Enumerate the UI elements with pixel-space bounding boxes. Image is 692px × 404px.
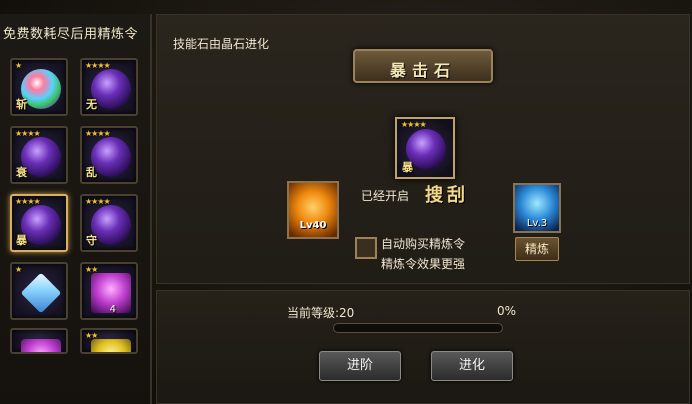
yellow-stone-icon	[91, 339, 131, 352]
purple-stone-icon	[91, 137, 131, 177]
stone-stars: ★★★★	[85, 197, 111, 206]
stone-slot[interactable]: ★★★★ 无	[80, 58, 138, 116]
stone-slot[interactable]: ★	[10, 262, 68, 320]
stone-count: 4	[109, 304, 116, 315]
info-text: 技能石由晶石进化	[173, 37, 270, 51]
stone-stars: ★★★★	[15, 197, 41, 206]
stone-tag: 无	[86, 98, 97, 111]
refine-hint-label: 精炼令效果更强	[381, 257, 466, 271]
stone-stars: ★	[15, 265, 22, 274]
stone-stars: ★★★★	[85, 129, 111, 138]
list-title: 免费数耗尽后用精炼令	[3, 27, 139, 42]
stone-slot[interactable]: ★★	[80, 328, 138, 354]
explosion-skill-slot[interactable]: Lv40	[287, 181, 339, 239]
purple-stone-icon	[21, 137, 61, 177]
stone-stars: ★	[15, 61, 22, 70]
stone-tag: 乱	[86, 166, 97, 179]
rainbow-stone-icon	[21, 69, 61, 109]
refine-token-level: Lv.3	[526, 218, 548, 229]
stone-tag: 暴	[16, 234, 27, 247]
stone-slot[interactable]: ★★★★ 乱	[80, 126, 138, 184]
crystal-stone-icon	[21, 339, 61, 352]
stone-tag: 斩	[16, 98, 27, 111]
stone-slot[interactable]: ★★★★ 守	[80, 194, 138, 252]
auto-buy-checkbox[interactable]	[355, 237, 377, 259]
main-stone-tag: 暴	[402, 161, 413, 174]
purple-stone-icon	[21, 205, 61, 245]
stone-detail-panel: 技能石由晶石进化 暴击石 ★★★★ 暴 Lv40 已经开启 搜刮 Lv.3 精炼…	[156, 14, 690, 284]
stone-tag: 衰	[16, 166, 27, 179]
stone-slot[interactable]: ★★★★ 衰	[10, 126, 68, 184]
explosion-skill-level: Lv40	[299, 220, 327, 231]
stone-stars: ★★★★	[85, 61, 111, 70]
unlocked-label: 已经开启	[361, 189, 410, 203]
main-stone-slot[interactable]: ★★★★ 暴	[395, 117, 455, 179]
stone-list-panel: 免费数耗尽后用精炼令 ★ 斩 ★★★★ 无 ★★★★ 衰 ★★★★ 乱 ★★★★ 暴 ★★★★ 守 ★ ★…	[0, 14, 152, 404]
unlocked-skill-name: 搜刮	[425, 185, 469, 206]
level-progress-bar	[333, 323, 503, 333]
refine-token-slot[interactable]: Lv.3	[513, 183, 561, 233]
game-screen: 免费数耗尽后用精炼令 ★ 斩 ★★★★ 无 ★★★★ 衰 ★★★★ 乱 ★★★★ 暴 ★★★★ 守 ★ ★…	[0, 0, 692, 404]
evolve-button[interactable]: 进化	[431, 351, 513, 381]
purple-stone-icon	[91, 205, 131, 245]
stone-title-plate: 暴击石	[353, 49, 493, 83]
stone-stars: ★★	[85, 265, 98, 274]
stone-slot[interactable]	[10, 328, 68, 354]
refine-button[interactable]: 精炼	[515, 237, 559, 261]
advance-button[interactable]: 进阶	[319, 351, 401, 381]
stone-slot[interactable]: ★★★★ 暴	[10, 194, 68, 252]
stone-stars: ★★★★	[15, 129, 41, 138]
stone-slot[interactable]: ★ 斩	[10, 58, 68, 116]
diamond-stone-icon	[20, 272, 62, 314]
stone-slot[interactable]: ★★ 4	[80, 262, 138, 320]
progress-percent: 0%	[497, 304, 517, 318]
stone-tag: 守	[86, 234, 97, 247]
purple-stone-icon	[91, 69, 131, 109]
current-level-text: 当前等级:20	[287, 306, 355, 320]
auto-buy-label: 自动购买精炼令	[381, 237, 466, 251]
upgrade-panel: 当前等级:20 0% 进阶 进化	[156, 290, 690, 404]
main-stone-stars: ★★★★	[401, 120, 427, 129]
stone-title: 暴击石	[389, 61, 456, 80]
stone-stars: ★★	[85, 331, 98, 340]
